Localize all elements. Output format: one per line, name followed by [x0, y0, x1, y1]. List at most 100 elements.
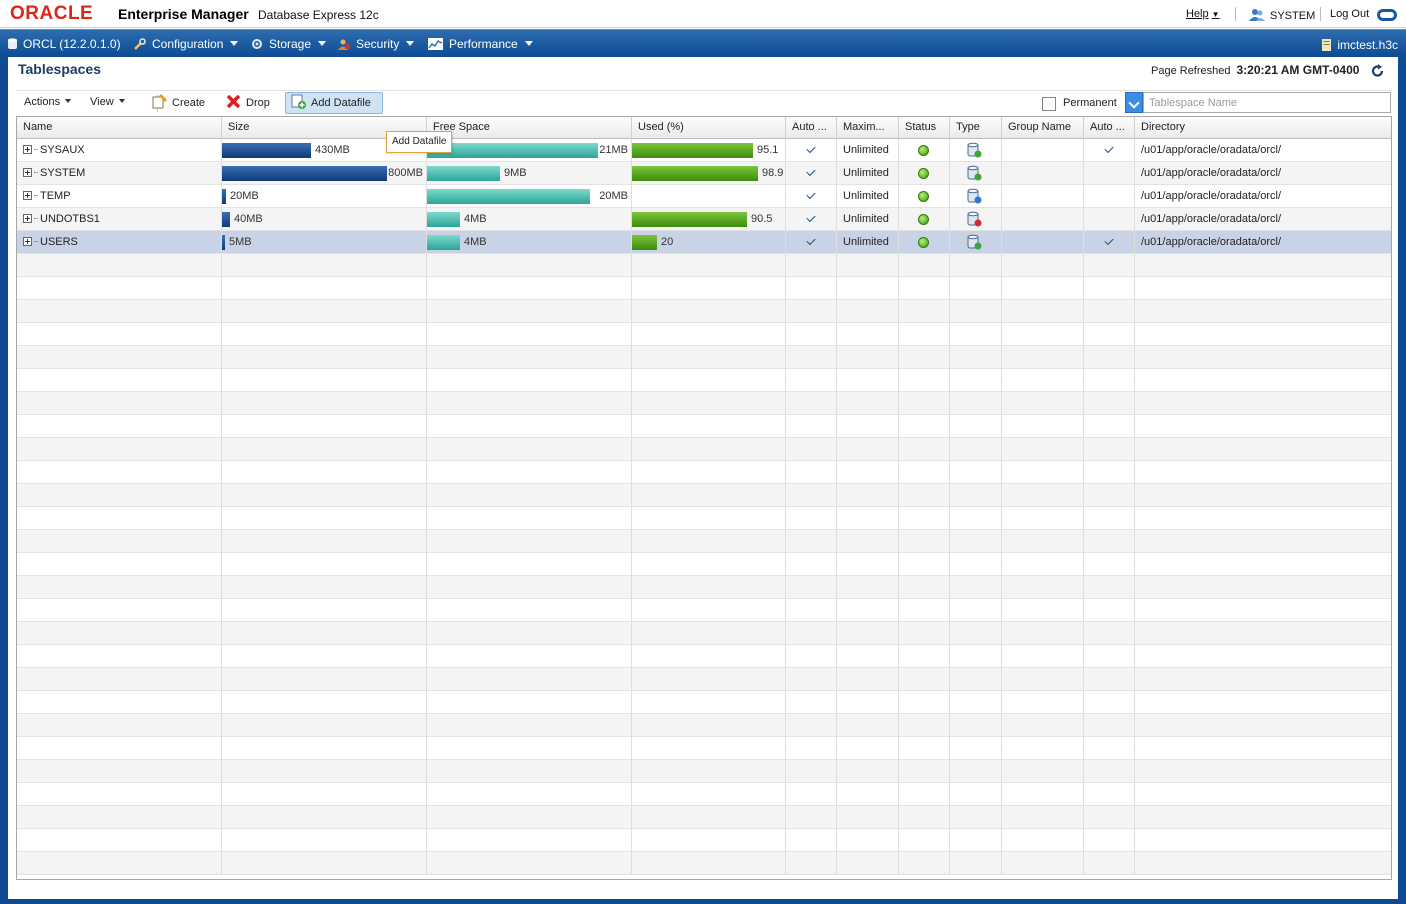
table-row[interactable]: SYSAUX 430MB 21MB 95.1 Unlimited/u01/app/ora… [17, 139, 1391, 162]
check-icon [806, 235, 816, 246]
column-header[interactable]: Free Space [427, 117, 632, 139]
table-row [17, 576, 1391, 599]
column-header[interactable]: Group Name [1002, 117, 1084, 139]
table-row[interactable]: SYSTEM 800MB 9MB 98.9 Unlimited/u01/app/orac… [17, 162, 1391, 185]
table-row [17, 760, 1391, 783]
table-cell [1135, 829, 1391, 852]
column-header[interactable]: Used (%) [632, 117, 786, 139]
table-cell [899, 139, 950, 162]
add-datafile-button[interactable]: Add Datafile [291, 94, 371, 109]
performance-menu[interactable]: Performance [428, 37, 533, 51]
table-cell [950, 461, 1002, 484]
table-cell [427, 760, 632, 783]
table-row [17, 277, 1391, 300]
table-cell [1002, 714, 1084, 737]
table-cell [1084, 461, 1135, 484]
table-cell [786, 254, 837, 277]
table-cell [632, 622, 786, 645]
help-menu[interactable]: Help ▼ [1186, 8, 1220, 20]
column-header[interactable]: Type [950, 117, 1002, 139]
table-cell [950, 392, 1002, 415]
configuration-menu[interactable]: Configuration [134, 37, 239, 51]
undo-tablespace-icon [967, 211, 982, 227]
drop-button[interactable]: Drop [226, 94, 270, 109]
table-cell [1135, 415, 1391, 438]
table-cell [950, 783, 1002, 806]
table-cell [837, 530, 899, 553]
table-cell [837, 645, 899, 668]
database-menu[interactable]: ORCL (12.2.0.1.0) [8, 37, 121, 51]
table-cell [1002, 576, 1084, 599]
table-cell [1002, 415, 1084, 438]
table-cell [950, 622, 1002, 645]
app-name: Enterprise Manager [118, 6, 249, 22]
expand-icon[interactable] [23, 168, 32, 177]
logout-link[interactable]: Log Out [1330, 8, 1369, 20]
table-cell [1084, 139, 1135, 162]
security-menu[interactable]: Security [338, 37, 415, 51]
table-row [17, 461, 1391, 484]
storage-menu[interactable]: Storage [251, 37, 327, 51]
table-cell [427, 783, 632, 806]
table-cell [950, 714, 1002, 737]
column-header[interactable]: Maxim... [837, 117, 899, 139]
oracle-logo: ORACLE [10, 3, 94, 24]
table-cell [1002, 852, 1084, 875]
column-header[interactable]: Auto ... [786, 117, 837, 139]
table-cell [1135, 783, 1391, 806]
search-filter-dropdown[interactable] [1125, 92, 1143, 113]
table-cell [1084, 277, 1135, 300]
tablespace-search-input[interactable] [1143, 92, 1391, 113]
table-cell [786, 737, 837, 760]
table-row[interactable]: TEMP 20MB 20MB Unlimited/u01/app/oracle/ora… [17, 185, 1391, 208]
table-cell [17, 254, 222, 277]
table-cell [786, 323, 837, 346]
table-cell [1135, 576, 1391, 599]
actions-menu[interactable]: Actions [24, 96, 72, 108]
status-online-icon [918, 214, 929, 225]
table-cell [222, 668, 427, 691]
table-cell [1084, 760, 1135, 783]
table-cell [1084, 714, 1135, 737]
table-row[interactable]: USERS 5MB 4MB 20 Unlimited/u01/app/oracle/or… [17, 231, 1391, 254]
view-menu[interactable]: View [90, 96, 125, 108]
expand-icon[interactable] [23, 237, 32, 246]
table-row [17, 392, 1391, 415]
table-cell [837, 484, 899, 507]
table-cell [1135, 806, 1391, 829]
tablespace-name-cell: TEMP [17, 185, 222, 208]
table-cell [1135, 392, 1391, 415]
table-cell [1084, 185, 1135, 208]
free-space-bar [427, 189, 590, 204]
table-cell [837, 553, 899, 576]
table-cell [17, 645, 222, 668]
table-cell [837, 277, 899, 300]
create-button[interactable]: Create [152, 94, 205, 109]
table-cell [1084, 254, 1135, 277]
table-cell [632, 323, 786, 346]
table-cell [17, 714, 222, 737]
permanent-checkbox[interactable] [1042, 97, 1056, 111]
table-cell [950, 852, 1002, 875]
table-cell [222, 760, 427, 783]
column-header[interactable]: Status [899, 117, 950, 139]
expand-icon[interactable] [23, 191, 32, 200]
table-cell [1002, 254, 1084, 277]
table-cell [1084, 438, 1135, 461]
refresh-icon[interactable] [1371, 64, 1385, 78]
table-cell [786, 346, 837, 369]
table-cell [786, 576, 837, 599]
directory-cell: /u01/app/oracle/oradata/orcl/ [1135, 139, 1391, 162]
expand-icon[interactable] [23, 145, 32, 154]
table-cell [632, 461, 786, 484]
table-cell [899, 346, 950, 369]
table-cell [899, 185, 950, 208]
table-cell [222, 254, 427, 277]
table-cell [17, 622, 222, 645]
column-header[interactable]: Directory [1135, 117, 1391, 139]
chevron-down-icon [524, 41, 533, 46]
column-header[interactable]: Name [17, 117, 222, 139]
expand-icon[interactable] [23, 214, 32, 223]
table-row[interactable]: UNDOTBS1 40MB 4MB 90.5 Unlimited/u01/app/ora… [17, 208, 1391, 231]
column-header[interactable]: Auto ... [1084, 117, 1135, 139]
